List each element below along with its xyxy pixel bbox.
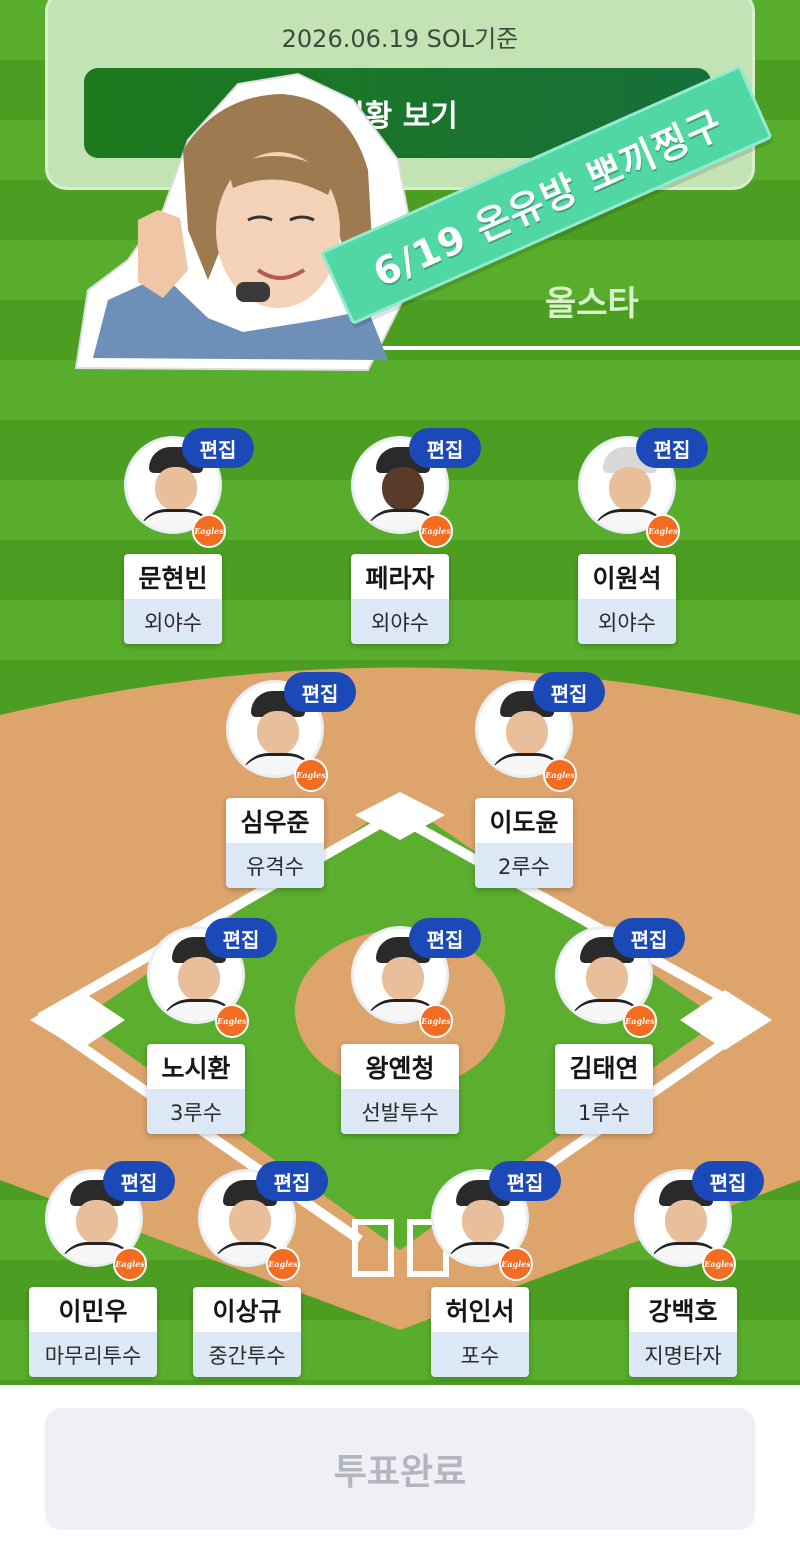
player-position: 중간투수 — [193, 1332, 301, 1377]
edit-button[interactable]: 편집 — [103, 1161, 175, 1201]
eagles-logo-icon: Eagles — [266, 1247, 300, 1281]
edit-button[interactable]: 편집 — [205, 918, 277, 958]
edit-button[interactable]: 편집 — [409, 428, 481, 468]
name-card: 강백호 지명타자 — [629, 1287, 737, 1377]
player-right-field: Eagles 편집 이원석 외야수 — [562, 428, 722, 651]
eagles-logo-icon: Eagles — [623, 1004, 657, 1038]
eagles-logo-icon: Eagles — [646, 514, 680, 548]
player-position: 지명타자 — [629, 1332, 737, 1377]
player-position: 2루수 — [475, 843, 573, 888]
edit-button[interactable]: 편집 — [256, 1161, 328, 1201]
player-position: 선발투수 — [341, 1089, 459, 1134]
player-name: 강백호 — [629, 1287, 737, 1332]
eagles-logo-icon: Eagles — [499, 1247, 533, 1281]
name-card: 이상규 중간투수 — [193, 1287, 301, 1377]
player-position: 1루수 — [555, 1089, 653, 1134]
player-name: 이도윤 — [475, 798, 573, 843]
eagles-logo-icon: Eagles — [702, 1247, 736, 1281]
player-name: 페라자 — [351, 554, 449, 599]
player-name: 심우준 — [226, 798, 324, 843]
edit-button[interactable]: 편집 — [533, 672, 605, 712]
edit-button[interactable]: 편집 — [409, 918, 481, 958]
player-name: 노시환 — [147, 1044, 245, 1089]
eagles-logo-icon: Eagles — [113, 1247, 147, 1281]
baseball-field: 2026.06.19 SOL기준 현황 보기 올스타 6/19 온유방 뽀끼찡구… — [0, 0, 800, 1385]
name-card: 왕옌청 선발투수 — [341, 1044, 459, 1134]
edit-button[interactable]: 편집 — [613, 918, 685, 958]
player-left-field: Eagles 편집 문현빈 외야수 — [108, 428, 268, 651]
edit-button[interactable]: 편집 — [636, 428, 708, 468]
player-name: 이민우 — [29, 1287, 157, 1332]
name-card: 페라자 외야수 — [351, 554, 449, 644]
player-closer: Eagles 편집 이민우 마무리투수 — [29, 1161, 189, 1384]
player-reliever: Eagles 편집 이상규 중간투수 — [182, 1161, 342, 1384]
allstar-label: 올스타 — [545, 284, 639, 324]
player-first-base: Eagles 편집 김태연 1루수 — [539, 918, 699, 1141]
player-second-base: Eagles 편집 이도윤 2루수 — [459, 672, 619, 895]
player-catcher: Eagles 편집 허인서 포수 — [415, 1161, 575, 1384]
player-name: 이상규 — [193, 1287, 301, 1332]
name-card: 노시환 3루수 — [147, 1044, 245, 1134]
eagles-logo-icon: Eagles — [215, 1004, 249, 1038]
eagles-logo-icon: Eagles — [192, 514, 226, 548]
player-position: 외야수 — [124, 599, 222, 644]
player-third-base: Eagles 편집 노시환 3루수 — [131, 918, 291, 1141]
name-card: 문현빈 외야수 — [124, 554, 222, 644]
player-position: 외야수 — [351, 599, 449, 644]
player-designated-hitter: Eagles 편집 강백호 지명타자 — [618, 1161, 778, 1384]
edit-button[interactable]: 편집 — [489, 1161, 561, 1201]
edit-button[interactable]: 편집 — [284, 672, 356, 712]
player-position: 포수 — [431, 1332, 529, 1377]
player-position: 마무리투수 — [29, 1332, 157, 1377]
player-position: 3루수 — [147, 1089, 245, 1134]
player-center-field: Eagles 편집 페라자 외야수 — [335, 428, 495, 651]
player-shortstop: Eagles 편집 심우준 유격수 — [210, 672, 370, 895]
edit-button[interactable]: 편집 — [182, 428, 254, 468]
player-name: 왕옌청 — [341, 1044, 459, 1089]
name-card: 허인서 포수 — [431, 1287, 529, 1377]
player-position: 외야수 — [578, 599, 676, 644]
edit-button[interactable]: 편집 — [692, 1161, 764, 1201]
eagles-logo-icon: Eagles — [419, 514, 453, 548]
player-name: 허인서 — [431, 1287, 529, 1332]
name-card: 이원석 외야수 — [578, 554, 676, 644]
player-position: 유격수 — [226, 843, 324, 888]
idol-sticker — [74, 72, 415, 372]
eagles-logo-icon: Eagles — [543, 758, 577, 792]
vote-complete-button[interactable]: 투표완료 — [45, 1408, 755, 1530]
name-card: 이도윤 2루수 — [475, 798, 573, 888]
name-card: 이민우 마무리투수 — [29, 1287, 157, 1377]
eagles-logo-icon: Eagles — [419, 1004, 453, 1038]
name-card: 심우준 유격수 — [226, 798, 324, 888]
player-starting-pitcher: Eagles 편집 왕옌청 선발투수 — [335, 918, 495, 1141]
eagles-logo-icon: Eagles — [294, 758, 328, 792]
date-basis: 2026.06.19 SOL기준 — [281, 25, 519, 53]
player-name: 문현빈 — [124, 554, 222, 599]
name-card: 김태연 1루수 — [555, 1044, 653, 1134]
player-name: 이원석 — [578, 554, 676, 599]
player-name: 김태연 — [555, 1044, 653, 1089]
